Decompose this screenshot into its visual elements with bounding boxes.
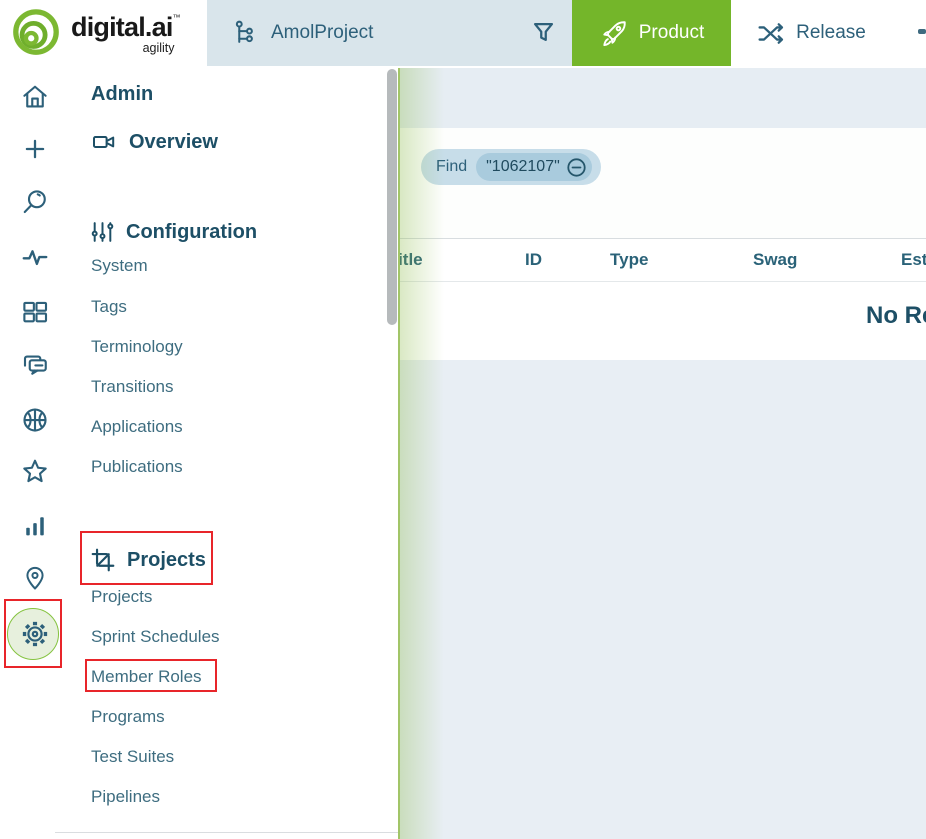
location-pin-icon	[21, 564, 49, 592]
menu-item-applications[interactable]: Applications	[91, 417, 183, 437]
menu-item-tags[interactable]: Tags	[91, 297, 127, 317]
release-tab-label: Release	[796, 22, 866, 44]
column-header-id[interactable]: ID	[525, 250, 542, 270]
sidebar-item-location[interactable]	[21, 564, 49, 592]
column-header-type[interactable]: Type	[610, 250, 648, 270]
menu-item-sprint-schedules[interactable]: Sprint Schedules	[91, 627, 220, 647]
activity-icon	[20, 242, 50, 272]
menu-item-publications[interactable]: Publications	[91, 457, 183, 477]
menu-configuration-label: Configuration	[126, 221, 257, 244]
brand-wordmark-wrap: digital.ai™ agility	[71, 14, 181, 55]
menu-overview-label: Overview	[129, 131, 218, 154]
brand-logo-link[interactable]: digital.ai™ agility	[0, 0, 207, 66]
admin-panel: Admin Overview Configuration System Tags…	[70, 66, 398, 839]
filter-icon[interactable]	[530, 19, 557, 46]
tab-product[interactable]: Product	[572, 0, 731, 66]
sidebar-item-reports[interactable]	[21, 512, 49, 540]
top-header: digital.ai™ agility AmolProject	[0, 0, 926, 66]
menu-configuration[interactable]: Configuration	[90, 219, 257, 245]
sliders-icon	[90, 219, 115, 245]
tab-release[interactable]: Release	[731, 0, 891, 66]
conversations-icon	[20, 350, 50, 380]
project-tree-icon	[232, 19, 258, 47]
brand-wordmark: digital.ai	[71, 12, 173, 42]
menu-item-terminology[interactable]: Terminology	[91, 337, 183, 357]
partial-tab-icon[interactable]	[918, 29, 926, 34]
digitalai-logo-icon	[11, 8, 61, 58]
app-window: Find "1062107" Title ID Type Swag Estima…	[0, 0, 926, 839]
home-icon	[20, 82, 50, 112]
panel-scrollbar-thumb[interactable]	[387, 69, 397, 325]
bar-chart-icon	[21, 512, 49, 540]
plus-icon	[22, 136, 48, 162]
sidebar-item-sports[interactable]	[20, 405, 50, 435]
brand-trademark: ™	[173, 13, 181, 22]
sidebar-item-favorites[interactable]	[20, 457, 50, 487]
admin-panel-title: Admin	[91, 83, 153, 106]
icon-rail	[0, 66, 71, 839]
no-results-message: No Results	[866, 302, 926, 330]
search-icon	[20, 187, 50, 217]
column-header-estimate[interactable]: Estimate	[901, 250, 926, 270]
menu-item-test-suites[interactable]: Test Suites	[91, 747, 174, 767]
shuffle-icon	[756, 19, 785, 48]
star-icon	[20, 457, 50, 487]
annotation-box-member-roles	[85, 659, 217, 692]
sidebar-item-search[interactable]	[20, 187, 50, 217]
find-value: "1062107"	[486, 158, 560, 176]
sidebar-item-activity[interactable]	[20, 242, 50, 272]
content-left-gradient	[398, 68, 444, 839]
menu-item-projects[interactable]: Projects	[91, 587, 152, 607]
minus-circle-icon[interactable]	[566, 157, 587, 178]
grid-icon	[20, 296, 50, 326]
menu-item-transitions[interactable]: Transitions	[91, 377, 174, 397]
column-header-swag[interactable]: Swag	[753, 250, 797, 270]
brand-product-name: agility	[71, 42, 181, 55]
video-camera-icon	[90, 130, 118, 154]
annotation-box-settings	[4, 599, 62, 668]
project-selector[interactable]: AmolProject	[207, 0, 572, 66]
rocket-icon	[599, 19, 628, 48]
sidebar-item-apps[interactable]	[20, 296, 50, 326]
menu-item-pipelines[interactable]: Pipelines	[91, 787, 160, 807]
menu-item-programs[interactable]: Programs	[91, 707, 165, 727]
project-selector-label: AmolProject	[271, 22, 373, 44]
annotation-box-projects	[80, 531, 213, 585]
sidebar-item-add[interactable]	[22, 136, 48, 162]
find-filter-chip[interactable]: Find "1062107"	[421, 149, 601, 185]
menu-item-system[interactable]: System	[91, 256, 148, 276]
product-tab-label: Product	[639, 22, 704, 44]
basketball-icon	[20, 405, 50, 435]
find-value-pill[interactable]: "1062107"	[476, 153, 592, 181]
menu-overview[interactable]: Overview	[90, 130, 218, 154]
sidebar-item-conversations[interactable]	[20, 350, 50, 380]
panel-bottom-divider	[55, 832, 398, 833]
sidebar-item-home[interactable]	[20, 82, 50, 112]
